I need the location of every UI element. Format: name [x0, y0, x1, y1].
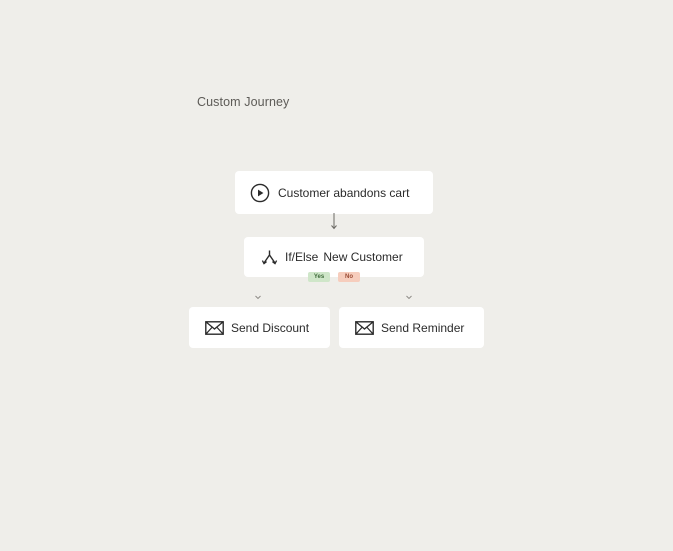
envelope-icon: [355, 320, 374, 335]
send-discount-node[interactable]: Send Discount: [189, 307, 330, 348]
yes-branch-badge: Yes: [308, 272, 330, 282]
condition-node[interactable]: If/Else New Customer: [244, 237, 424, 277]
play-circle-icon: [250, 183, 270, 203]
connector-arrow: [331, 213, 337, 230]
trigger-label: Customer abandons cart: [278, 185, 410, 200]
chevron-down-icon: [406, 295, 412, 300]
split-branch-icon: [261, 249, 278, 266]
chevron-down-icon: [255, 295, 261, 300]
send-discount-label: Send Discount: [231, 320, 310, 335]
envelope-icon: [205, 320, 224, 335]
trigger-node[interactable]: Customer abandons cart: [235, 171, 433, 214]
no-branch-badge: No: [338, 272, 360, 282]
journey-title: Custom Journey: [197, 95, 290, 109]
condition-label: New Customer: [323, 250, 403, 264]
send-reminder-label: Send Reminder: [381, 320, 465, 335]
condition-keyword: If/Else: [285, 250, 319, 264]
send-reminder-node[interactable]: Send Reminder: [339, 307, 484, 348]
